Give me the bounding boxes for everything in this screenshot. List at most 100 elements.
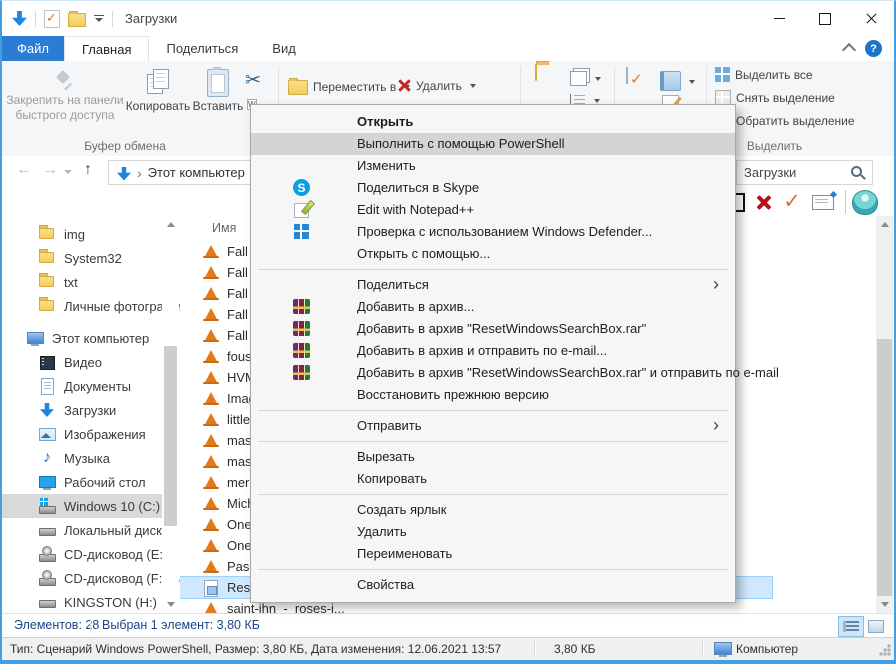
context-menu-item[interactable]	[258, 269, 728, 270]
close-button[interactable]	[848, 1, 894, 36]
context-menu-item[interactable]: Edit with Notepad++	[251, 199, 735, 221]
scroll-up-icon[interactable]	[167, 218, 175, 227]
search-icon[interactable]	[851, 166, 862, 177]
recent-locations-icon[interactable]	[64, 170, 72, 178]
context-menu-item[interactable]	[258, 410, 728, 411]
context-menu-item[interactable]: Добавить в архив и отправить по e-mail..…	[251, 340, 735, 362]
open-button[interactable]	[660, 71, 695, 91]
toolbar-cancel-button[interactable]	[750, 191, 776, 213]
file-row[interactable]: merk	[180, 472, 256, 493]
sidebar-item[interactable]: Windows 10 (C:)	[2, 494, 162, 518]
context-menu-item[interactable]: Поделиться	[251, 274, 735, 296]
details-view-button[interactable]	[838, 616, 864, 637]
context-menu-item[interactable]: Добавить в архив "ResetWindowsSearchBox.…	[251, 362, 735, 384]
file-list-scrollbar[interactable]	[876, 216, 893, 613]
context-menu-item[interactable]: Открыть	[251, 111, 735, 133]
maximize-button[interactable]	[802, 1, 848, 36]
new-item-button[interactable]	[570, 71, 601, 86]
file-row[interactable]: Imag	[180, 388, 256, 409]
sidebar-item[interactable]: Документы	[2, 374, 180, 398]
file-row[interactable]: Fall (	[180, 283, 256, 304]
forward-icon[interactable]: →	[42, 161, 58, 179]
context-menu-item[interactable]: Восстановить прежнюю версию	[251, 384, 735, 406]
toolbar-email-button[interactable]	[810, 191, 836, 213]
scroll-up-icon[interactable]	[881, 218, 889, 227]
file-menu-button[interactable]: Файл	[2, 36, 64, 61]
breadcrumb-location[interactable]: Этот компьютер	[148, 165, 245, 180]
ribbon-tab[interactable]: Вид	[255, 36, 313, 61]
sidebar-item[interactable]: Музыка	[2, 446, 180, 470]
sidebar-item[interactable]: Локальный диск (D	[2, 518, 180, 542]
copy-button[interactable]: Копировать	[126, 69, 190, 114]
cut-button[interactable]	[245, 69, 261, 93]
sidebar-item[interactable]: Этот компьютер	[2, 326, 180, 350]
context-menu-item[interactable]: Изменить	[251, 155, 735, 177]
file-row[interactable]: mask	[180, 430, 258, 451]
context-menu-item[interactable]: Копировать	[251, 468, 735, 490]
scroll-down-icon[interactable]	[881, 602, 889, 611]
minimize-button[interactable]	[756, 1, 802, 36]
sidebar-item[interactable]: txt	[2, 270, 180, 294]
file-row[interactable]: Fall (	[180, 262, 256, 283]
file-row[interactable]: Fall (	[180, 304, 256, 325]
column-header-name[interactable]: Имя	[212, 221, 236, 235]
sidebar-item[interactable]: Изображения	[2, 422, 180, 446]
file-row[interactable]: Fall (	[180, 241, 256, 262]
context-menu-item[interactable]: Открыть с помощью...	[251, 243, 735, 265]
context-menu-item[interactable]: Добавить в архив...	[251, 296, 735, 318]
select-all-button[interactable]: Выделить все	[715, 67, 813, 82]
ribbon-tab[interactable]: Главная	[64, 36, 149, 61]
resize-grip[interactable]	[879, 644, 891, 656]
thumbnails-view-button[interactable]	[863, 616, 889, 637]
quick-access-properties-icon[interactable]	[44, 10, 60, 28]
back-icon[interactable]: ←	[16, 161, 32, 179]
quick-access-customize-icon[interactable]	[94, 15, 104, 26]
file-row[interactable]: Pasc	[180, 556, 256, 577]
file-row[interactable]: OneF	[180, 535, 260, 556]
context-menu-item[interactable]: Переименовать	[251, 543, 735, 565]
sidebar-item[interactable]: Загрузки	[2, 398, 180, 422]
sidebar-scrollbar[interactable]	[162, 216, 179, 613]
sidebar-item[interactable]	[2, 318, 180, 326]
sidebar-item[interactable]: KINGSTON (H:)	[2, 590, 180, 613]
file-row[interactable]: OneF	[180, 514, 260, 535]
context-menu-item[interactable]: Поделиться в Skype	[251, 177, 735, 199]
paste-button[interactable]: Вставить	[192, 69, 244, 114]
search-input[interactable]: Загрузки	[736, 160, 873, 185]
help-icon[interactable]: ?	[865, 40, 882, 57]
properties-button[interactable]	[626, 68, 628, 83]
sidebar-item[interactable]: System32	[2, 246, 180, 270]
file-row[interactable]: Mich	[180, 493, 254, 514]
up-icon[interactable]: ↑	[84, 161, 92, 179]
file-row[interactable]: little-	[180, 409, 254, 430]
toolbar-confirm-button[interactable]: ✓	[779, 191, 805, 213]
new-folder-button[interactable]	[535, 65, 537, 80]
context-menu-item[interactable]: Вырезать	[251, 446, 735, 468]
move-to-button[interactable]: Переместить в	[288, 78, 410, 95]
classic-shell-button[interactable]	[852, 191, 878, 213]
context-menu-item[interactable]: Добавить в архив "ResetWindowsSearchBox.…	[251, 318, 735, 340]
delete-button[interactable]: Удалить	[396, 78, 476, 93]
scrollbar-thumb[interactable]	[877, 339, 892, 596]
file-row[interactable]: fousl	[180, 346, 254, 367]
sidebar-item[interactable]: Рабочий стол	[2, 470, 180, 494]
context-menu-item[interactable]: Удалить	[251, 521, 735, 543]
sidebar-item[interactable]: img	[2, 222, 180, 246]
context-menu-item[interactable]	[258, 494, 728, 495]
sidebar-item[interactable]: Личные фотографи	[2, 294, 180, 318]
file-row[interactable]: HVM	[180, 367, 256, 388]
sidebar-item[interactable]: CD-дисковод (E:) Sa	[2, 542, 180, 566]
file-row[interactable]: Fall (	[180, 325, 256, 346]
pin-to-quick-access-button[interactable]: Закрепить на панели быстрого доступа	[6, 69, 124, 123]
context-menu-item[interactable]	[258, 569, 728, 570]
scroll-down-icon[interactable]	[167, 602, 175, 611]
context-menu-item[interactable]: Свойства	[251, 574, 735, 596]
context-menu-item[interactable]: Отправить	[251, 415, 735, 437]
context-menu-item[interactable]: Создать ярлык	[251, 499, 735, 521]
collapse-ribbon-icon[interactable]	[842, 43, 856, 57]
ribbon-tab[interactable]: Поделиться	[149, 36, 255, 61]
file-row[interactable]: mast	[180, 451, 255, 472]
context-menu-item[interactable]	[258, 441, 728, 442]
quick-access-new-folder-icon[interactable]	[68, 13, 86, 27]
sidebar-item[interactable]: CD-дисковод (F:) Sa	[2, 566, 180, 590]
